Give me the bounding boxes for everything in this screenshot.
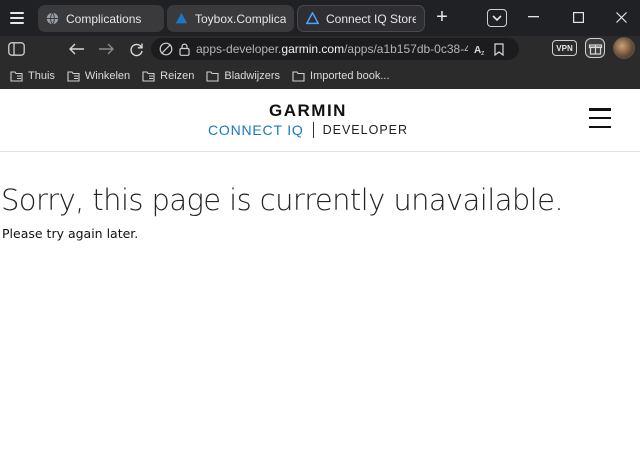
forward-button[interactable] [96,39,116,59]
svg-text:z: z [481,50,485,56]
new-tab-button[interactable]: + [432,7,452,28]
gift-icon[interactable] [585,38,605,58]
profile-avatar[interactable] [613,37,635,59]
back-arrow-icon [68,43,84,55]
logo-divider [312,122,314,138]
maximize-button[interactable] [567,7,589,27]
close-button[interactable] [610,7,632,27]
site-header: GARMIN CONNECT IQ DEVELOPER [0,89,640,152]
reload-icon [129,43,143,56]
developer-label: DEVELOPER [322,123,409,137]
url-domain: garmin.com [281,42,345,56]
browser-menu-button[interactable] [6,8,28,28]
tab-connect-iq-store[interactable]: Connect IQ Store | Wa [297,5,425,32]
url-prefix: apps-developer. [196,42,282,56]
folder-icon [292,70,305,82]
bookmark-imported[interactable]: Imported book... [292,70,390,82]
bookmarks-bar: Thuis Winkelen Reizen Bladwijzers Import… [0,62,640,89]
url-path: /apps/a1b157db-0c38-4... [344,42,468,56]
sidebar-icon [7,42,25,56]
bookmark-label: Imported book... [310,69,390,82]
bookmark-bladwijzers[interactable]: Bladwijzers [206,70,280,82]
lock-icon[interactable] [179,43,190,56]
hamburger-bar [589,116,611,120]
tracking-protection-icon[interactable] [159,42,173,56]
back-button[interactable] [66,39,86,59]
maximize-icon [572,11,584,23]
garmin-triangle-icon [175,12,188,24]
tab-complications[interactable]: Complications [38,5,164,32]
bookmark-label: Winkelen [84,69,131,82]
bookmark-star-icon[interactable] [494,42,504,56]
tab-actions-dropdown[interactable] [487,9,507,27]
bookmark-label: Reizen [160,69,195,82]
bookmark-folder-icon [142,70,155,82]
hamburger-bar [589,125,611,128]
garmin-triangle-icon [306,12,319,25]
tab-label: Connect IQ Store | Wa [326,11,416,26]
bookmark-label: Thuis [28,69,55,82]
sidebar-toggle-button[interactable] [6,39,26,59]
site-menu-button[interactable] [589,107,611,129]
address-bar[interactable]: apps-developer.garmin.com/apps/a1b157db-… [151,38,519,60]
gift-glyph [588,43,602,55]
close-icon [615,11,627,23]
folder-icon [206,70,219,82]
bookmark-folder-icon [10,70,23,82]
address-text[interactable]: apps-developer.garmin.com/apps/a1b157db-… [196,42,468,56]
chevron-down-icon [492,14,502,21]
tab-label: Toybox.Complications [195,11,286,26]
connect-iq-label: CONNECT IQ [207,122,304,138]
browser-window: Complications Toybox.Complications Conne… [0,0,640,476]
minimize-icon [527,16,539,18]
page-viewport: GARMIN CONNECT IQ DEVELOPER Sorry, this … [0,89,640,476]
tab-toybox-complications[interactable]: Toybox.Complications [167,5,294,32]
minimize-button[interactable] [522,7,544,27]
hamburger-bar [589,108,611,111]
bookmark-thuis[interactable]: Thuis [10,70,55,82]
page-title: Sorry, this page is currently unavailabl… [1,183,564,217]
error-message: Please try again later. [2,226,139,241]
bookmark-winkelen[interactable]: Winkelen [67,70,130,82]
translate-icon[interactable]: Az [474,43,488,56]
bookmark-folder-icon [67,70,80,82]
bookmark-reizen[interactable]: Reizen [142,70,194,82]
globe-icon [46,12,59,25]
vpn-button[interactable]: VPN [552,40,577,56]
connect-iq-developer-logo[interactable]: CONNECT IQ DEVELOPER [0,122,616,138]
reload-button[interactable] [126,39,146,59]
forward-arrow-icon [98,43,114,55]
garmin-logo[interactable]: GARMIN [0,101,616,121]
bookmark-label: Bladwijzers [224,69,281,82]
tab-label: Complications [66,11,142,26]
tab-strip: Complications Toybox.Complications Conne… [0,0,640,36]
